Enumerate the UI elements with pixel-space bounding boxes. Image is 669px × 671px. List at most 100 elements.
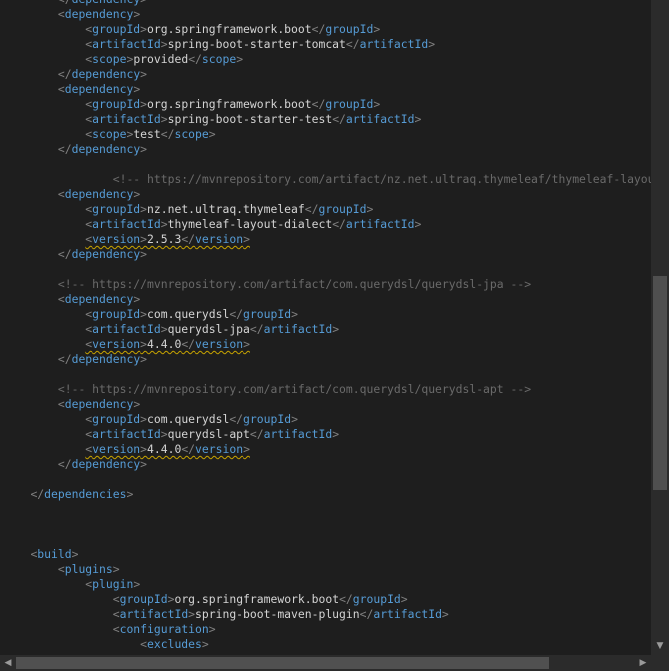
xml-open-tag: <plugins> — [58, 562, 120, 576]
xml-element: <groupId>org.springframework.boot</group… — [85, 22, 380, 36]
vertical-scrollbar[interactable]: ▼ — [651, 0, 669, 655]
code-line: <build> — [3, 547, 651, 562]
tag-bracket: </ — [57, 142, 72, 156]
xml-close-tag: </dependency> — [58, 142, 147, 156]
tag-bracket: > — [140, 0, 147, 6]
tag-bracket: > — [112, 562, 120, 576]
code-line: <artifactId>spring-boot-starter-test</ar… — [3, 112, 651, 127]
code-line: <!-- https://mvnrepository.com/artifact/… — [3, 277, 651, 292]
tag-name: artifactId — [345, 112, 415, 126]
tag-bracket: > — [140, 442, 148, 456]
xml-element: <artifactId>spring-boot-starter-test</ar… — [85, 112, 421, 126]
tag-name: groupId — [243, 412, 292, 426]
code-editor[interactable]: </dependency> <dependency> <groupId>org.… — [0, 0, 651, 655]
code-line: <dependency> — [3, 187, 651, 202]
tag-name: artifactId — [263, 322, 333, 336]
tag-name: dependency — [71, 352, 141, 366]
tag-name: artifactId — [119, 607, 189, 621]
xml-close-tag: </dependencies> — [30, 487, 133, 501]
xml-element: <groupId>org.springframework.boot</group… — [113, 592, 408, 606]
horizontal-scrollbar-thumb[interactable] — [16, 657, 549, 669]
tag-bracket: > — [140, 67, 148, 81]
code-line: <scope>provided</scope> — [3, 52, 651, 67]
vertical-scrollbar-thumb[interactable] — [653, 276, 667, 490]
xml-open-tag: <dependency> — [58, 7, 140, 21]
tag-bracket: < — [140, 637, 148, 651]
tag-name: scope — [201, 52, 237, 66]
tag-name: artifactId — [92, 217, 161, 231]
xml-element: <version>4.4.0</version> — [85, 337, 250, 351]
tag-name: artifactId — [92, 322, 161, 336]
tag-name: dependency — [71, 142, 141, 156]
tag-bracket: </ — [304, 202, 319, 216]
tag-bracket: > — [243, 442, 250, 456]
code-line: <artifactId>thymeleaf-layout-dialect</ar… — [3, 217, 651, 232]
xml-element: <version>4.4.0</version> — [85, 442, 250, 456]
tag-bracket: > — [236, 52, 244, 66]
scrollbar-corner — [651, 655, 669, 671]
tag-name: version — [92, 442, 141, 456]
tag-bracket: < — [57, 7, 65, 21]
tag-bracket: </ — [249, 322, 264, 336]
arrow-down-icon[interactable]: ▼ — [651, 637, 669, 655]
xml-element: <scope>provided</scope> — [85, 52, 243, 66]
tag-bracket: > — [140, 232, 148, 246]
tag-bracket: > — [291, 307, 298, 321]
element-value: querydsl-apt — [167, 427, 250, 441]
code-line: <dependency> — [3, 292, 651, 307]
tag-bracket: </ — [160, 127, 175, 141]
xml-element: <artifactId>querydsl-jpa</artifactId> — [85, 322, 339, 336]
tag-bracket: > — [133, 577, 141, 591]
code-line: <groupId>org.springframework.boot</group… — [3, 592, 651, 607]
tag-bracket: > — [140, 247, 148, 261]
xml-close-tag: </dependency> — [58, 67, 147, 81]
tag-bracket: > — [140, 202, 148, 216]
tag-name: dependency — [71, 67, 141, 81]
tag-bracket: > — [188, 607, 196, 621]
element-value: spring-boot-starter-tomcat — [167, 37, 346, 51]
tag-name: version — [92, 232, 141, 246]
tag-name: scope — [92, 127, 127, 141]
element-value: nz.net.ultraq.thymeleaf — [147, 202, 305, 216]
tag-name: excludes — [147, 637, 202, 651]
tag-bracket: > — [160, 322, 168, 336]
element-value: 4.4.0 — [147, 442, 182, 456]
tag-bracket: < — [112, 607, 120, 621]
tag-bracket: > — [133, 187, 141, 201]
tag-name: artifactId — [345, 217, 415, 231]
tag-name: dependency — [64, 187, 134, 201]
arrow-right-icon[interactable]: ▶ — [635, 655, 651, 671]
tag-bracket: </ — [181, 442, 196, 456]
code-line: </dependency> — [3, 457, 651, 472]
horizontal-scrollbar[interactable]: ◀ ▶ — [0, 655, 651, 671]
tag-bracket: > — [201, 637, 209, 651]
tag-bracket: > — [140, 412, 148, 426]
tag-name: plugin — [92, 577, 134, 591]
tag-bracket: </ — [181, 337, 196, 351]
xml-element: <groupId>nz.net.ultraq.thymeleaf</groupI… — [85, 202, 373, 216]
code-line: <artifactId>querydsl-jpa</artifactId> — [3, 322, 651, 337]
tag-bracket: > — [140, 142, 148, 156]
element-value: querydsl-jpa — [167, 322, 250, 336]
tag-bracket: > — [160, 217, 168, 231]
arrow-left-icon[interactable]: ◀ — [0, 655, 16, 671]
tag-bracket: > — [160, 112, 168, 126]
tag-bracket: > — [160, 37, 168, 51]
code-line: <dependency> — [3, 7, 651, 22]
tag-bracket: > — [140, 352, 148, 366]
code-line: <groupId>org.springframework.boot</group… — [3, 97, 651, 112]
tag-name: dependency — [71, 247, 141, 261]
code-line: <version>4.4.0</version> — [3, 442, 651, 457]
tag-name: configuration — [119, 622, 209, 636]
tag-bracket: > — [140, 97, 148, 111]
tag-bracket: > — [414, 217, 422, 231]
tag-bracket: < — [57, 562, 65, 576]
tag-name: dependency — [72, 0, 141, 6]
tag-name: dependencies — [44, 487, 127, 501]
tag-name: groupId — [325, 97, 374, 111]
tag-bracket: </ — [339, 592, 353, 606]
xml-close-tag: </dependency> — [58, 352, 147, 366]
